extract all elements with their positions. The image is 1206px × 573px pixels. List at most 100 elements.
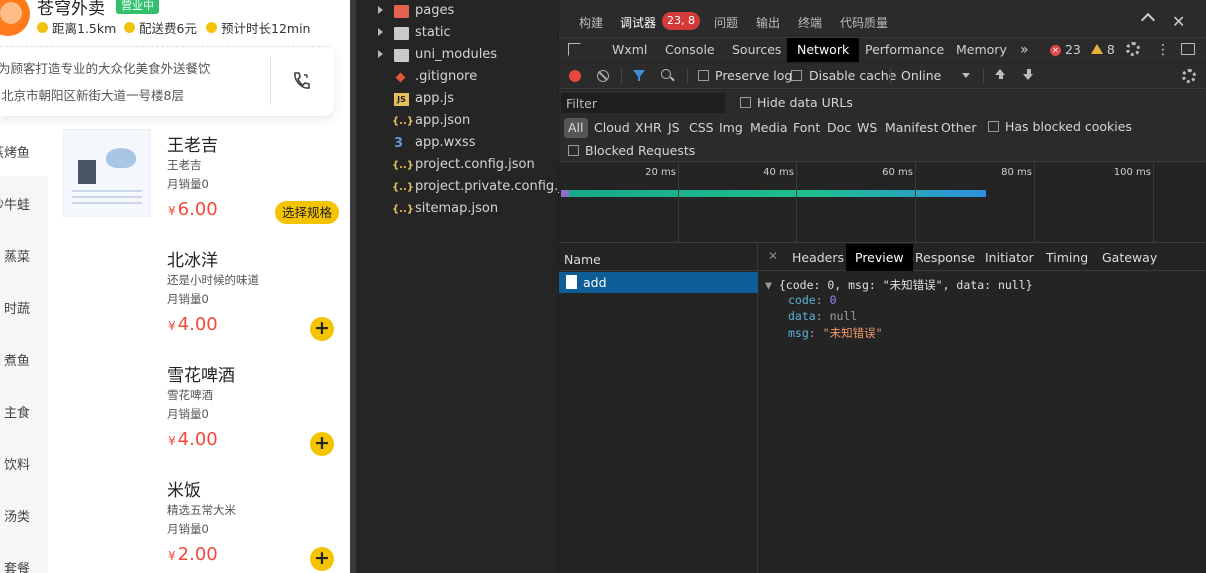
tab-headers[interactable]: Headers (792, 244, 844, 271)
preserve-log-checkbox[interactable] (698, 70, 709, 81)
tab-memory[interactable]: Memory (956, 38, 1007, 62)
product-item[interactable]: 雪花啤酒 雪花啤酒 月销量0 ¥4.00 + (60, 356, 350, 471)
file-name: app.js (415, 91, 454, 106)
filter-type-cloud[interactable]: Cloud (594, 120, 630, 135)
filter-type-other[interactable]: Other (941, 120, 977, 135)
settings-icon[interactable] (1126, 42, 1140, 56)
chevron-right-icon[interactable] (378, 6, 383, 14)
file-tree-item[interactable]: {..} project.private.config.js... (356, 177, 581, 199)
chevron-right-icon[interactable] (378, 50, 383, 58)
category-item[interactable]: 蒸菜 (0, 228, 48, 280)
json-icon: {..} (392, 116, 414, 127)
tab-wxml[interactable]: Wxml (612, 38, 647, 62)
filter-type-media[interactable]: Media (750, 120, 788, 135)
search-icon[interactable] (661, 69, 671, 79)
element-picker-icon[interactable] (568, 43, 581, 56)
throttle-select[interactable]: Online (901, 68, 941, 83)
category-item[interactable]: 饮料 (0, 436, 48, 488)
expand-triangle-icon[interactable]: ▼ (765, 278, 772, 292)
chevron-down-icon[interactable] (962, 73, 970, 78)
tab-code-quality[interactable]: 代码质量 (840, 14, 888, 31)
hide-data-urls-checkbox[interactable] (740, 97, 751, 108)
filter-type-font[interactable]: Font (793, 120, 820, 135)
tab-sources[interactable]: Sources (732, 38, 781, 62)
tab-initiator[interactable]: Initiator (985, 244, 1034, 271)
phone-icon[interactable] (290, 70, 312, 92)
json-field-data: data: null (788, 309, 858, 323)
tab-timing[interactable]: Timing (1046, 244, 1088, 271)
filter-type-doc[interactable]: Doc (827, 120, 851, 135)
network-overview-timeline[interactable]: 20 ms 40 ms 60 ms 80 ms 100 ms (559, 162, 1206, 243)
tab-preview[interactable]: Preview (846, 244, 913, 271)
network-settings-icon[interactable] (1182, 69, 1196, 83)
undock-icon[interactable] (1181, 43, 1195, 55)
error-counter[interactable]: ✕ 23 8 (1050, 38, 1115, 62)
chevron-right-icon[interactable] (378, 28, 383, 36)
category-item[interactable]: 炒牛蛙 (0, 176, 48, 228)
file-tree-item[interactable]: pages (356, 1, 558, 23)
filter-input[interactable]: Filter (561, 93, 725, 113)
add-to-cart-button[interactable]: + (310, 547, 334, 571)
filter-type-img[interactable]: Img (719, 120, 743, 135)
file-tree-item[interactable]: {..} app.json (356, 111, 558, 133)
filter-type-xhr[interactable]: XHR (635, 120, 662, 135)
product-item[interactable]: 米饭 精选五常大米 月销量0 ¥2.00 + (60, 471, 350, 573)
tab-debugger[interactable]: 调试器 (620, 14, 656, 31)
tab-network[interactable]: Network (787, 38, 860, 62)
product-item[interactable]: 王老吉 王老吉 月销量0 ¥6.00 选择规格 (60, 126, 350, 241)
file-tree-item[interactable]: {..} sitemap.json (356, 199, 558, 221)
close-icon[interactable]: ✕ (1172, 12, 1185, 31)
filter-type-ws[interactable]: WS (857, 120, 877, 135)
tab-terminal[interactable]: 终端 (798, 14, 822, 31)
folder-icon (394, 27, 409, 40)
category-item[interactable]: 时蔬 (0, 280, 48, 332)
category-item[interactable]: 煮鱼 (0, 332, 48, 384)
tab-console[interactable]: Console (665, 38, 715, 62)
export-har-icon[interactable] (1023, 69, 1034, 81)
file-tree-item[interactable]: .gitignore (356, 67, 558, 89)
price-value: 4.00 (177, 429, 218, 450)
json-summary-row[interactable]: ▼ {code: 0, msg: "未知错误", data: null} (765, 277, 1033, 293)
name-column-header[interactable]: Name (559, 244, 758, 271)
tab-gateway[interactable]: Gateway (1102, 244, 1157, 271)
collapse-up-icon[interactable] (1140, 12, 1156, 28)
tab-build[interactable]: 构建 (579, 14, 603, 31)
import-har-icon[interactable] (995, 69, 1006, 81)
has-blocked-cookies-checkbox[interactable] (988, 121, 999, 132)
file-tree-item[interactable]: static (356, 23, 558, 45)
request-waterfall-bar (561, 190, 986, 197)
tab-output[interactable]: 输出 (756, 14, 780, 31)
delivery-fee-text: 配送费6元 (139, 21, 197, 36)
request-row[interactable]: add (559, 272, 758, 293)
category-item[interactable]: 套餐 (0, 540, 48, 573)
timeline-tick-label: 60 ms (882, 167, 913, 178)
category-item[interactable]: 蒸烤鱼 (0, 124, 48, 176)
filter-type-manifest[interactable]: Manifest (885, 120, 938, 135)
filter-type-css[interactable]: CSS (689, 120, 714, 135)
file-tree-item[interactable]: uni_modules (356, 45, 558, 67)
tab-issues[interactable]: 问题 (714, 14, 738, 31)
clear-icon[interactable] (597, 70, 609, 82)
more-tabs-button[interactable]: » (1020, 38, 1029, 62)
category-item[interactable]: 汤类 (0, 488, 48, 540)
filter-icon[interactable] (633, 70, 645, 81)
product-item[interactable]: 北冰洋 还是小时候的味道 月销量0 ¥4.00 + (60, 241, 350, 356)
file-tree-item[interactable]: JS app.js (356, 89, 558, 111)
add-to-cart-button[interactable]: + (310, 317, 334, 341)
tab-response[interactable]: Response (915, 244, 975, 271)
select-spec-button[interactable]: 选择规格 (275, 201, 340, 224)
close-detail-icon[interactable]: ✕ (768, 249, 778, 263)
category-label: 蒸烤鱼 (0, 146, 30, 161)
file-tree-item[interactable]: 3 app.wxss (356, 133, 558, 155)
category-item[interactable]: 主食 (0, 384, 48, 436)
disable-cache-checkbox[interactable] (791, 70, 802, 81)
filter-type-all[interactable]: All (564, 118, 588, 138)
record-icon[interactable] (569, 70, 581, 82)
filter-type-js[interactable]: JS (668, 120, 680, 135)
json-icon: {..} (392, 182, 414, 193)
tab-performance[interactable]: Performance (865, 38, 944, 62)
blocked-requests-checkbox[interactable] (568, 145, 579, 156)
kebab-menu-icon[interactable]: ⋮ (1156, 38, 1170, 62)
file-tree-item[interactable]: {..} project.config.json (356, 155, 558, 177)
add-to-cart-button[interactable]: + (310, 432, 334, 456)
